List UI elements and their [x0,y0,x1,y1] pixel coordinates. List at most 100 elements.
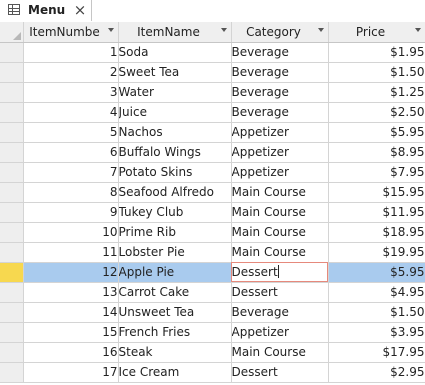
cell-itemnumber[interactable]: 3 [23,82,119,103]
table-row[interactable]: 9 Tukey Club Main Course $11.95 [0,202,425,223]
cell-itemnumber[interactable]: 12 [23,262,119,283]
record-selector[interactable] [0,362,24,383]
cell-category[interactable]: Dessert [231,262,329,283]
cell-itemnumber[interactable]: 9 [23,202,119,223]
cell-itemname[interactable]: Lobster Pie [118,242,232,263]
cell-price[interactable]: $19.95 [328,242,425,263]
cell-category[interactable]: Main Course [231,342,329,363]
record-selector[interactable] [0,282,24,303]
cell-itemname[interactable]: Steak [118,342,232,363]
cell-price[interactable]: $1.95 [328,42,425,63]
table-row[interactable]: 4 Juice Beverage $2.50 [0,102,425,123]
cell-itemname[interactable]: Ice Cream [118,362,232,383]
cell-itemname[interactable]: Juice [118,102,232,123]
cell-itemname[interactable]: Prime Rib [118,222,232,243]
table-row[interactable]: 6 Buffalo Wings Appetizer $8.95 [0,142,425,163]
cell-itemnumber[interactable]: 14 [23,302,119,323]
table-row[interactable]: 7 Potato Skins Appetizer $7.95 [0,162,425,183]
cell-category[interactable]: Main Course [231,202,329,223]
record-selector[interactable] [0,342,24,363]
table-row[interactable]: 10 Prime Rib Main Course $18.95 [0,222,425,243]
cell-price[interactable]: $15.95 [328,182,425,203]
cell-itemnumber[interactable]: 17 [23,362,119,383]
cell-itemname[interactable]: Sweet Tea [118,62,232,83]
table-row[interactable]: 1 Soda Beverage $1.95 [0,42,425,63]
cell-category[interactable]: Main Course [231,182,329,203]
cell-category[interactable]: Beverage [231,42,329,63]
chevron-down-icon[interactable] [107,28,114,32]
table-row[interactable]: 16 Steak Main Course $17.95 [0,342,425,363]
column-header-itemname[interactable]: ItemName [118,22,232,43]
cell-itemnumber[interactable]: 4 [23,102,119,123]
cell-itemname[interactable]: French Fries [118,322,232,343]
cell-category[interactable]: Beverage [231,102,329,123]
cell-price[interactable]: $11.95 [328,202,425,223]
cell-category[interactable]: Appetizer [231,122,329,143]
cell-price[interactable]: $8.95 [328,142,425,163]
cell-category[interactable]: Appetizer [231,142,329,163]
cell-itemnumber[interactable]: 5 [23,122,119,143]
cell-itemnumber[interactable]: 7 [23,162,119,183]
cell-category[interactable]: Beverage [231,62,329,83]
cell-price[interactable]: $2.95 [328,362,425,383]
record-selector[interactable] [0,62,24,83]
cell-price[interactable]: $17.95 [328,342,425,363]
table-row[interactable]: 15 French Fries Appetizer $3.95 [0,322,425,343]
cell-itemnumber[interactable]: 1 [23,42,119,63]
record-selector[interactable] [0,242,24,263]
cell-itemname[interactable]: Nachos [118,122,232,143]
record-selector[interactable] [0,202,24,223]
cell-category[interactable]: Main Course [231,222,329,243]
cell-itemname[interactable]: Carrot Cake [118,282,232,303]
chevron-down-icon[interactable] [317,28,324,32]
cell-price[interactable]: $1.25 [328,82,425,103]
column-header-itemnumber[interactable]: ItemNumbe [23,22,119,43]
record-selector[interactable] [0,222,24,243]
cell-category[interactable]: Dessert [231,282,329,303]
table-row[interactable]: 13 Carrot Cake Dessert $4.95 [0,282,425,303]
cell-itemnumber[interactable]: 13 [23,282,119,303]
cell-category[interactable]: Main Course [231,242,329,263]
table-row[interactable]: 5 Nachos Appetizer $5.95 [0,122,425,143]
cell-price[interactable]: $3.95 [328,322,425,343]
table-row[interactable]: 14 Unsweet Tea Beverage $1.50 [0,302,425,323]
cell-price[interactable]: $5.95 [328,262,425,283]
cell-price[interactable]: $2.50 [328,102,425,123]
table-row[interactable]: 8 Seafood Alfredo Main Course $15.95 [0,182,425,203]
table-row[interactable]: 17 Ice Cream Dessert $2.95 [0,362,425,383]
record-selector[interactable] [0,162,24,183]
cell-price[interactable]: $18.95 [328,222,425,243]
cell-itemnumber[interactable]: 16 [23,342,119,363]
cell-itemnumber[interactable]: 2 [23,62,119,83]
record-selector[interactable] [0,122,24,143]
record-selector[interactable] [0,102,24,123]
cell-price[interactable]: $1.50 [328,302,425,323]
record-selector[interactable] [0,262,24,283]
record-selector[interactable] [0,182,24,203]
cell-itemname[interactable]: Water [118,82,232,103]
cell-category[interactable]: Appetizer [231,162,329,183]
chevron-down-icon[interactable] [414,28,421,32]
cell-category[interactable]: Dessert [231,362,329,383]
cell-price[interactable]: $4.95 [328,282,425,303]
cell-itemname[interactable]: Seafood Alfredo [118,182,232,203]
column-header-category[interactable]: Category [231,22,329,43]
cell-itemname[interactable]: Unsweet Tea [118,302,232,323]
cell-itemname[interactable]: Tukey Club [118,202,232,223]
cell-price[interactable]: $7.95 [328,162,425,183]
column-header-price[interactable]: Price [328,22,425,43]
cell-itemname[interactable]: Soda [118,42,232,63]
cell-itemnumber[interactable]: 11 [23,242,119,263]
cell-itemnumber[interactable]: 15 [23,322,119,343]
record-selector[interactable] [0,142,24,163]
cell-itemname[interactable]: Potato Skins [118,162,232,183]
table-row[interactable]: 3 Water Beverage $1.25 [0,82,425,103]
cell-category[interactable]: Appetizer [231,322,329,343]
cell-itemname[interactable]: Apple Pie [118,262,232,283]
cell-itemnumber[interactable]: 8 [23,182,119,203]
cell-category[interactable]: Beverage [231,302,329,323]
record-selector[interactable] [0,82,24,103]
record-selector[interactable] [0,322,24,343]
chevron-down-icon[interactable] [220,28,227,32]
record-selector[interactable] [0,302,24,323]
